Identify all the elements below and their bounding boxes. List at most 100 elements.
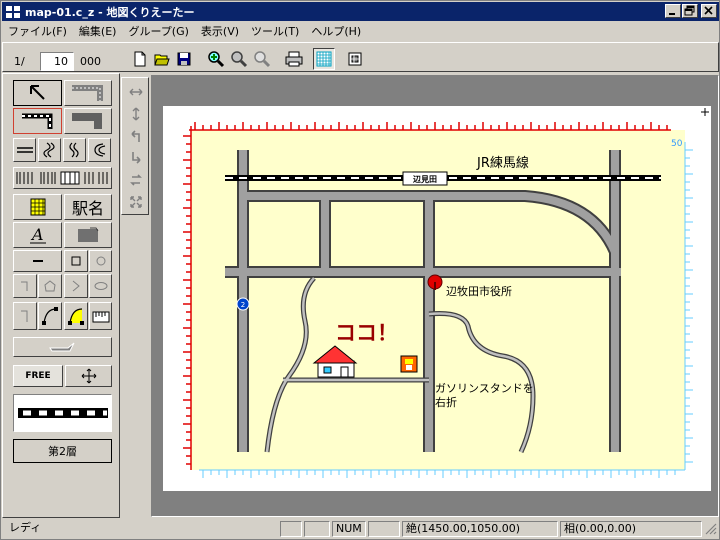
move-cross-icon [81, 368, 96, 384]
zoom-in-icon [208, 51, 225, 68]
s-curve-icon [68, 142, 79, 158]
building-tool[interactable] [13, 194, 62, 220]
road-corner-icon [72, 85, 103, 101]
save-button[interactable] [173, 48, 195, 70]
polygon-tool[interactable] [38, 274, 62, 298]
resize-grip-icon[interactable] [705, 523, 717, 535]
close-button[interactable] [701, 4, 717, 18]
line-pattern-preview[interactable] [13, 394, 112, 432]
menu-help[interactable]: ヘルプ(H) [305, 23, 367, 41]
gas-label-line2: 右折 [435, 395, 457, 409]
circle-icon [96, 256, 105, 266]
railway-corner-icon [21, 113, 52, 129]
minimize-button[interactable] [665, 4, 681, 18]
fill-curve-icon [68, 308, 84, 325]
bezier-tool[interactable] [38, 302, 62, 330]
curve-line-tool[interactable] [38, 138, 61, 162]
tool-palette: 駅名 A FREE 第2層 [2, 73, 120, 518]
flip-horizontal-button[interactable] [125, 82, 147, 102]
printer-icon [285, 51, 303, 67]
free-mode-button[interactable]: FREE [13, 365, 63, 387]
main-toolbar: 1/ 10 000 [2, 42, 719, 72]
hook-tool[interactable] [13, 302, 37, 330]
label-tool[interactable] [64, 222, 112, 248]
gas-label-line1: ガソリンスタンドを [435, 382, 534, 395]
rotate-right-button[interactable] [125, 148, 147, 168]
menu-file[interactable]: ファイル(F) [2, 23, 73, 41]
map-paper[interactable]: 50 辺見田 JR練馬線 辺牧田市役所 2 ココ！ ガソリンスタンドを 右折 [163, 106, 711, 491]
swap-arrows-icon [130, 174, 142, 186]
zoom-fit-icon [254, 51, 271, 68]
move-tool[interactable] [65, 365, 112, 387]
route-number: 2 [241, 301, 245, 309]
s-curve-tool[interactable] [63, 138, 86, 162]
menu-view[interactable]: 表示(V) [195, 23, 245, 41]
map-drawing[interactable]: 50 辺見田 JR練馬線 辺牧田市役所 2 ココ！ ガソリンスタンドを 右折 [163, 106, 711, 491]
open-button[interactable] [151, 48, 173, 70]
flip-vertical-icon [132, 107, 140, 121]
zoom-fit-button[interactable] [251, 48, 273, 70]
station-sign: 辺見田 [402, 171, 448, 186]
crossing-style-tool[interactable] [13, 167, 112, 189]
arrow-tool[interactable] [13, 337, 112, 357]
menu-tools[interactable]: ツール(T) [245, 23, 305, 41]
layer-prefix: 1/ [14, 55, 25, 68]
expand-button[interactable] [125, 192, 147, 212]
status-caps [280, 521, 302, 537]
menu-bar: ファイル(F) 編集(E) グループ(G) 表示(V) ツール(T) ヘルプ(H… [2, 22, 719, 41]
menu-edit[interactable]: 編集(E) [73, 23, 123, 41]
city-hall-label: 辺牧田市役所 [446, 284, 512, 298]
expand-icon [130, 196, 142, 208]
text-tool[interactable]: A [13, 222, 62, 248]
corner-tool[interactable] [13, 274, 37, 298]
restore-icon [684, 5, 695, 16]
drawing-canvas[interactable]: 50 辺見田 JR練馬線 辺牧田市役所 2 ココ！ ガソリンスタンドを 右折 [151, 75, 719, 517]
open-folder-icon [154, 54, 170, 66]
red-ruler-left [183, 126, 192, 470]
restore-button[interactable] [682, 4, 698, 18]
swap-button[interactable] [125, 170, 147, 190]
rotate-left-button[interactable] [125, 126, 147, 146]
label-box-icon [78, 227, 99, 242]
flip-vertical-button[interactable] [125, 104, 147, 124]
double-line-icon [16, 147, 33, 153]
status-blank [304, 521, 330, 537]
status-ready: レディ [9, 521, 42, 534]
snap-button[interactable] [344, 48, 366, 70]
zoom-out-button[interactable] [228, 48, 250, 70]
railway-tool[interactable] [13, 108, 62, 134]
circle-tool[interactable] [89, 250, 112, 272]
zoom-out-icon [231, 51, 248, 68]
title-bar[interactable]: map-01.c_z - 地図くりえーたー [2, 2, 719, 21]
select-tool[interactable] [13, 80, 62, 106]
save-disk-icon [177, 52, 191, 66]
layer-suffix: 000 [80, 55, 101, 68]
straight-line-tool[interactable] [13, 138, 36, 162]
print-button[interactable] [283, 48, 305, 70]
building-icon [30, 198, 45, 216]
app-window: map-01.c_z - 地図くりえーたー ファイル(F) 編集(E) グループ… [0, 0, 720, 540]
layer-input[interactable]: 10 [40, 52, 74, 71]
grid-toggle-button[interactable] [313, 48, 335, 70]
new-file-icon [134, 51, 146, 67]
layer-2-button[interactable]: 第2層 [13, 439, 112, 463]
transform-toolbar [121, 77, 149, 215]
chevron-right-icon [72, 280, 80, 292]
ruler-tool[interactable] [89, 302, 112, 330]
square-icon [71, 256, 81, 266]
svg-text:A: A [30, 225, 44, 244]
fill-curve-tool[interactable] [64, 302, 88, 330]
ellipse-tool[interactable] [89, 274, 112, 298]
arc-icon [93, 143, 105, 157]
menu-group[interactable]: グループ(G) [122, 23, 194, 41]
thick-road-tool[interactable] [64, 108, 112, 134]
road-tool[interactable] [64, 80, 112, 106]
line-tool[interactable] [13, 250, 62, 272]
thick-road-icon [72, 113, 102, 129]
zoom-in-button[interactable] [205, 48, 227, 70]
arc-tool[interactable] [88, 138, 111, 162]
new-button[interactable] [129, 48, 151, 70]
rectangle-tool[interactable] [64, 250, 88, 272]
angle-tool[interactable] [64, 274, 88, 298]
station-name-tool[interactable]: 駅名 [64, 194, 112, 220]
